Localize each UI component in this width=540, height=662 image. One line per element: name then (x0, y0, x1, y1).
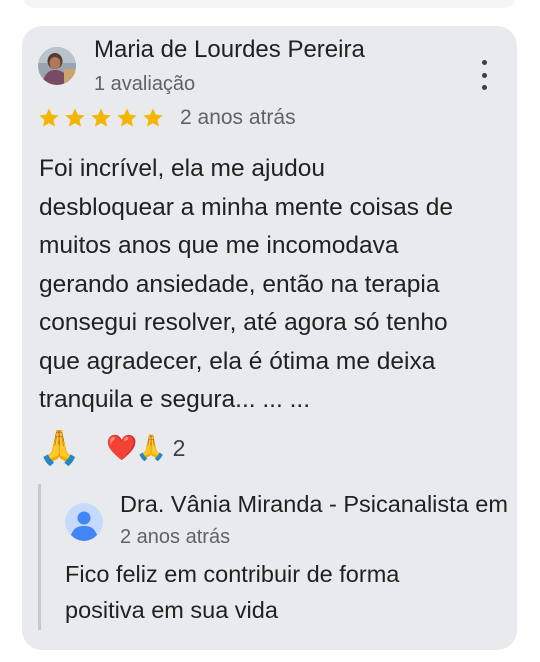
owner-reply: Dra. Vânia Miranda - Psicanalista em 2 a… (38, 484, 517, 630)
owner-avatar[interactable] (65, 503, 103, 541)
reply-text: Fico feliz em contribuir de forma positi… (65, 561, 400, 623)
reaction-count: 2 (172, 434, 186, 461)
review-date: 2 anos atrás (180, 106, 296, 129)
menu-dot (481, 60, 487, 65)
reviewer-name[interactable]: Maria de Lourdes Pereira (94, 36, 365, 64)
star-icon (143, 108, 163, 127)
star-icon (117, 108, 137, 127)
previous-review-card (22, 0, 517, 8)
reply-date: 2 anos atrás (120, 526, 231, 548)
reviewer-avatar[interactable] (38, 47, 76, 85)
review-card: Maria de Lourdes Pereira 1 avaliação 2 a… (22, 26, 517, 650)
reaction-summary-icons[interactable]: ❤️🙏 (106, 428, 166, 468)
praying-hands-reaction-icon[interactable]: 🙏 (38, 428, 80, 468)
star-icon (39, 108, 59, 127)
star-rating (38, 107, 164, 129)
reactions-row[interactable]: 🙏 ❤️🙏 2 (38, 428, 185, 468)
reviewer-review-count: 1 avaliação (94, 73, 196, 95)
person-icon (65, 503, 103, 541)
review-text: Foi incrível, ela me ajudou desbloquear … (39, 155, 454, 413)
owner-name[interactable]: Dra. Vânia Miranda - Psicanalista em (120, 491, 508, 518)
reviewer-photo-icon (38, 47, 76, 85)
more-options-icon[interactable] (474, 60, 494, 90)
star-icon (91, 108, 111, 127)
menu-dot (481, 72, 487, 78)
menu-dot (481, 85, 487, 90)
star-icon (65, 108, 85, 127)
